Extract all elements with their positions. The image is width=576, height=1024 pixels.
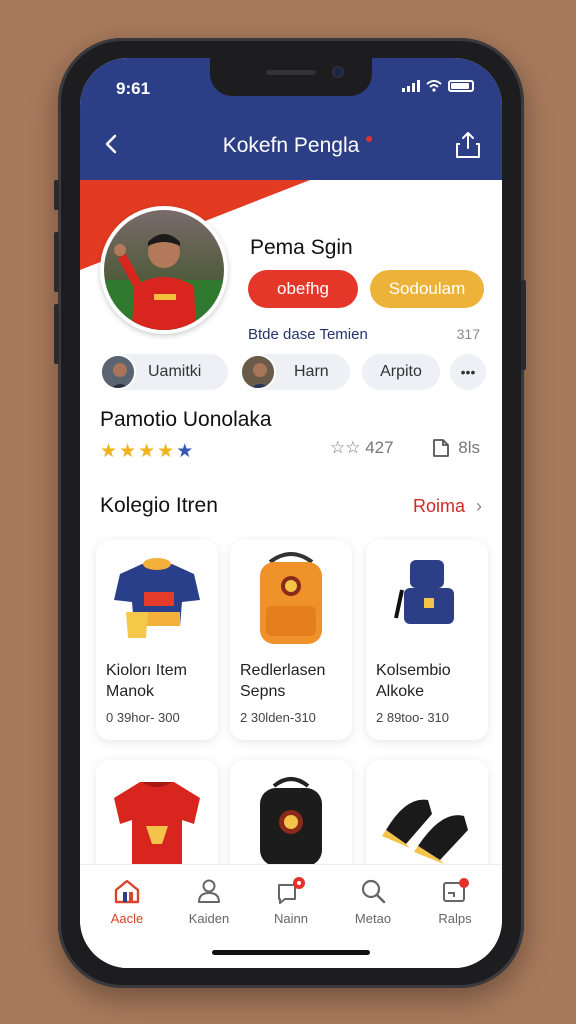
tab-label: Metao (354, 911, 392, 926)
item-name: Kolsembio Alkoke (376, 662, 451, 700)
chip-label: Uamitki (148, 363, 202, 380)
search-icon (361, 879, 386, 904)
app-screen: 9:61 Kokefn Pengla Pema Sgin obefhg Sodo… (80, 58, 502, 968)
item-meta: 0 39hor- 300 (106, 710, 180, 725)
chip-uamitki[interactable]: Uamitki (100, 354, 228, 390)
tab-cart[interactable]: Ralps (420, 877, 490, 926)
jersey-mug-image (114, 558, 200, 638)
star-icon: ★ (176, 441, 194, 462)
share-button[interactable] (454, 130, 482, 160)
chip-label: Arpito (380, 363, 422, 380)
collection-item-card[interactable]: Redlerlasen Sepns 2 30lden-310 (230, 540, 352, 740)
collection-see-all-link[interactable]: Roima › (413, 496, 482, 517)
collection-title: Kolegio Itren (100, 494, 218, 517)
chip-avatar (100, 354, 136, 390)
profile-subtitle: Btde dase Temien (248, 326, 368, 343)
collection-item-card[interactable]: Kiolorı Item Manok 0 39hor- 300 (96, 540, 218, 740)
volume-up-button (54, 232, 59, 292)
chevron-right-icon: › (476, 496, 482, 516)
collection-link-label: Roima (412, 496, 465, 516)
tab-home[interactable]: Aacle (92, 877, 162, 926)
status-time: 9:61 (116, 79, 151, 98)
chip-arpito[interactable]: Arpito (362, 354, 440, 390)
tab-search[interactable]: Metao (338, 877, 408, 926)
home-icon (114, 879, 140, 904)
notch (210, 58, 372, 96)
item-name: Redlerlasen Sepns (240, 662, 326, 700)
volume-down-button (54, 304, 59, 364)
backpack-image (260, 552, 322, 644)
chip-avatar (240, 354, 276, 390)
tab-profile[interactable]: Kaiden (174, 877, 244, 926)
signal-icon (402, 80, 420, 92)
primary-action-button[interactable]: obefhg (248, 270, 358, 308)
chat-icon (278, 877, 305, 904)
power-button (521, 280, 526, 370)
notification-dot (366, 136, 372, 142)
tab-label: Kaiden (188, 911, 230, 926)
cart-icon (443, 878, 469, 902)
section-title: Pamotio Uonolaka (100, 408, 272, 431)
secondary-action-button[interactable]: Sodoulam (370, 270, 484, 308)
star-icon: ★ (157, 441, 175, 462)
home-indicator (212, 950, 370, 955)
chip-harn[interactable]: Harn (240, 354, 350, 390)
star-icon: ★ (138, 441, 156, 462)
status-icons (402, 80, 474, 92)
more-icon: ••• (460, 364, 476, 380)
collection-item-card[interactable]: Kolsembio Alkoke 2 89too- 310 (366, 540, 488, 740)
tab-label: Ralps (438, 911, 472, 926)
camera-icon (332, 66, 344, 78)
item-meta: 2 30lden-310 (240, 710, 316, 725)
star-icon: ★ (100, 441, 118, 462)
profile-name: Pema Sgin (250, 236, 353, 259)
rating-count: ☆☆ 427 (330, 438, 394, 457)
player-photo (104, 234, 224, 330)
document-icon (433, 439, 450, 457)
tab-label: Aacle (110, 911, 144, 926)
bag-image (394, 560, 454, 624)
document-count[interactable]: 8ls (432, 438, 480, 458)
chip-label: Harn (294, 363, 329, 380)
wifi-icon (426, 80, 442, 92)
item-name: Kiolorı Item Manok (106, 662, 187, 700)
app-header: 9:61 Kokefn Pengla (80, 58, 502, 180)
item-meta: 2 89too- 310 (376, 710, 450, 725)
page-title: Kokefn Pengla (222, 134, 360, 157)
star-icon: ★ (119, 441, 137, 462)
user-icon (198, 879, 220, 903)
profile-subtitle-count: 317 (456, 326, 480, 342)
profile-avatar[interactable] (100, 206, 228, 334)
document-count-label: 8ls (458, 438, 480, 457)
mute-switch (54, 180, 59, 210)
tab-messages[interactable]: Nainn (256, 877, 326, 926)
battery-icon (448, 80, 474, 92)
rating-stars: ★ ★ ★ ★ ★ (100, 440, 193, 463)
tab-label: Nainn (274, 911, 308, 926)
more-options-button[interactable]: ••• (450, 354, 486, 390)
